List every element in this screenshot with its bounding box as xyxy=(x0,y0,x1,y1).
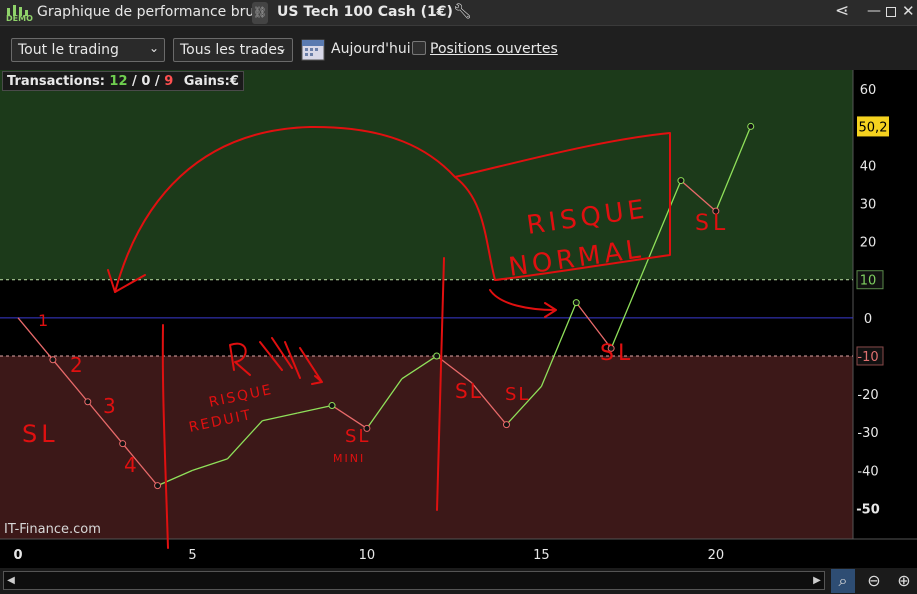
annotation-text: SL xyxy=(345,426,370,447)
scroll-left-icon[interactable]: ◀ xyxy=(4,572,18,589)
annotation-text: SL xyxy=(22,420,59,448)
horizontal-scrollbar-area: ◀ ▶ ⌕ ⊖ ⊕ xyxy=(0,568,917,594)
watermark: IT-Finance.com xyxy=(4,522,101,537)
data-point xyxy=(154,482,162,490)
data-point xyxy=(433,352,441,360)
scrollbar-track[interactable]: ◀ ▶ xyxy=(3,571,825,590)
minimize-icon[interactable]: — xyxy=(867,3,881,19)
transactions-summary: Transactions: 12 / 0 / 9 Gains:€ xyxy=(2,71,244,91)
annotation-text: 4 xyxy=(124,453,139,477)
maximize-icon[interactable] xyxy=(886,7,896,17)
annotation-text: 3 xyxy=(103,394,118,418)
annotation-text: SL xyxy=(505,384,530,405)
annotation-text: SL xyxy=(600,341,634,366)
annotation-text: MINI xyxy=(333,452,365,465)
data-point xyxy=(49,356,57,364)
chevron-down-icon[interactable]: ⌄ xyxy=(434,5,443,18)
open-positions-label[interactable]: Positions ouvertes xyxy=(430,41,558,57)
transactions-label: Transactions: xyxy=(7,74,105,89)
zoom-in-icon[interactable]: ⊕ xyxy=(892,569,916,593)
x-tick-label: 10 xyxy=(359,548,376,563)
performance-chart[interactable]: 6050403020100-10-20-30-40-500510152050,2… xyxy=(0,70,917,568)
trades-filter-select[interactable]: Tous les trades ⌄ xyxy=(173,38,293,62)
data-point xyxy=(572,299,580,307)
x-axis-panel xyxy=(0,539,917,568)
annotation-text: 2 xyxy=(70,353,85,377)
data-point xyxy=(328,402,336,410)
trades-filter-value: Tous les trades xyxy=(180,42,285,58)
x-tick-label: 0 xyxy=(13,548,22,563)
title-bar: DEMO Graphique de performance brute ⛓ US… xyxy=(0,0,917,26)
separator-1: / xyxy=(132,74,142,89)
y-tick-label: 40 xyxy=(860,159,877,174)
trading-filter-value: Tout le trading xyxy=(18,42,119,58)
zoom-out-icon[interactable]: ⊖ xyxy=(862,569,886,593)
data-point xyxy=(677,177,685,185)
annotation-text: 1 xyxy=(38,311,50,330)
trading-filter-select[interactable]: Tout le trading ⌄ xyxy=(11,38,165,62)
window-title: Graphique de performance brute xyxy=(37,4,269,20)
wins-count: 12 xyxy=(109,74,128,89)
instrument-selector[interactable]: US Tech 100 Cash (1€) xyxy=(277,4,453,20)
breakeven-count: 0 xyxy=(141,74,151,89)
y-tick-label: 0 xyxy=(864,312,872,327)
toolbar: Tout le trading ⌄ Tous les trades ⌄ Aujo… xyxy=(0,26,917,70)
open-positions-checkbox[interactable] xyxy=(412,41,426,55)
loss-zone xyxy=(0,355,853,539)
demo-label: DEMO xyxy=(6,14,33,23)
share-icon[interactable]: ⋖ xyxy=(835,1,849,21)
y-tick-label: -50 xyxy=(856,502,880,517)
separator-2: / xyxy=(154,74,165,89)
x-tick-label: 20 xyxy=(708,548,725,563)
data-point xyxy=(119,440,127,448)
profit-zone xyxy=(0,70,853,280)
app-logo: DEMO xyxy=(4,2,33,24)
calendar-icon[interactable] xyxy=(300,36,326,62)
gains-label: Gains: xyxy=(183,74,230,89)
y-tick-label: -10 xyxy=(857,350,878,365)
today-button[interactable]: Aujourd'hui xyxy=(331,41,411,57)
scroll-right-icon[interactable]: ▶ xyxy=(810,572,824,589)
y-tick-label: 10 xyxy=(860,274,877,289)
y-tick-label: 20 xyxy=(860,236,877,251)
losses-count: 9 xyxy=(164,74,174,89)
wrench-icon[interactable]: 🔧︎ xyxy=(453,2,472,20)
chevron-down-icon: ⌄ xyxy=(276,41,287,55)
link-icon[interactable]: ⛓ xyxy=(252,2,268,24)
y-tick-label: -40 xyxy=(857,464,878,479)
annotation-text: SL xyxy=(455,379,483,403)
x-tick-label: 15 xyxy=(533,548,550,563)
data-point xyxy=(747,122,755,130)
y-tick-label: -30 xyxy=(857,426,878,441)
last-value-label: 50,2 xyxy=(859,120,888,135)
y-tick-label: -20 xyxy=(857,388,878,403)
zoom-fit-icon[interactable]: ⌕ xyxy=(831,569,855,593)
x-tick-label: 5 xyxy=(188,548,196,563)
y-tick-label: 30 xyxy=(860,197,877,212)
currency-label: € xyxy=(229,74,239,89)
annotation-text: SL xyxy=(695,211,729,236)
chevron-down-icon: ⌄ xyxy=(148,41,159,55)
data-point xyxy=(502,421,510,429)
data-point xyxy=(84,398,92,406)
y-tick-label: 60 xyxy=(860,83,877,98)
close-icon[interactable]: ✕ xyxy=(902,2,915,20)
